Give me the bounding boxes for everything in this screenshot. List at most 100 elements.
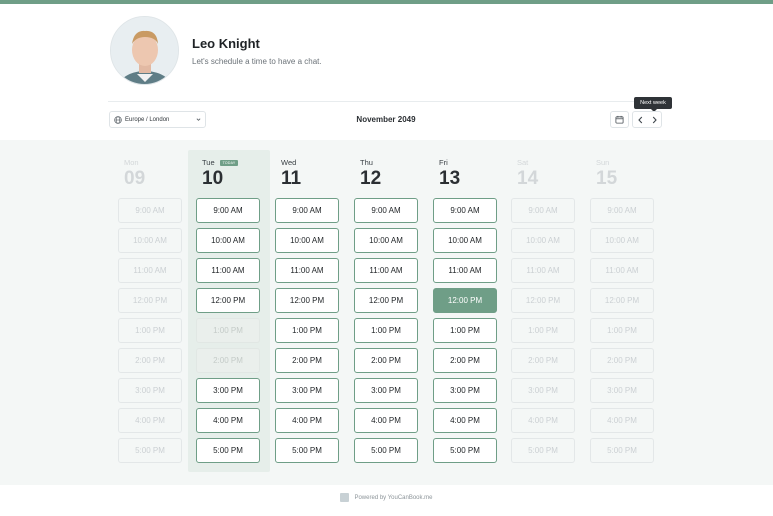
time-slot: 9:00 AM: [118, 198, 182, 223]
time-slot[interactable]: 12:00 PM: [275, 288, 339, 313]
time-slot: 5:00 PM: [511, 438, 575, 463]
time-slot[interactable]: 2:00 PM: [275, 348, 339, 373]
time-slot: 1:00 PM: [196, 318, 260, 343]
day-name: Sat: [517, 158, 587, 167]
time-slot: 5:00 PM: [118, 438, 182, 463]
time-slot[interactable]: 5:00 PM: [275, 438, 339, 463]
chevron-right-icon: [652, 116, 657, 123]
time-slot[interactable]: 3:00 PM: [433, 378, 497, 403]
day-number: 09: [124, 168, 146, 189]
time-slot[interactable]: 10:00 AM: [433, 228, 497, 253]
time-slot[interactable]: 3:00 PM: [354, 378, 418, 403]
time-slot: 3:00 PM: [511, 378, 575, 403]
previous-week-button[interactable]: [633, 112, 647, 127]
time-slot[interactable]: 11:00 AM: [354, 258, 418, 283]
day-name-label: Tue: [202, 158, 215, 167]
chevron-left-icon: [637, 116, 642, 123]
time-slot[interactable]: 1:00 PM: [275, 318, 339, 343]
time-slot[interactable]: 2:00 PM: [354, 348, 418, 373]
day-name: Fri: [439, 158, 509, 167]
day-header-fri: Fri 13: [439, 158, 509, 190]
time-slot[interactable]: 9:00 AM: [433, 198, 497, 223]
day-number: 13: [439, 168, 461, 189]
time-slot[interactable]: 9:00 AM: [354, 198, 418, 223]
calendar-icon: [615, 115, 624, 124]
time-slot: 2:00 PM: [590, 348, 654, 373]
time-slot[interactable]: 2:00 PM: [433, 348, 497, 373]
time-slot[interactable]: 12:00 PM: [354, 288, 418, 313]
timezone-select[interactable]: Europe / London: [109, 111, 206, 128]
time-slot[interactable]: 9:00 AM: [275, 198, 339, 223]
time-slot: 10:00 AM: [590, 228, 654, 253]
avatar-image: [111, 17, 178, 84]
time-slot[interactable]: 9:00 AM: [196, 198, 260, 223]
time-slot: 1:00 PM: [118, 318, 182, 343]
time-slot: 1:00 PM: [511, 318, 575, 343]
time-slot[interactable]: 4:00 PM: [433, 408, 497, 433]
footer-text: Powered by YouCanBook.me: [354, 494, 433, 501]
day-header-wed: Wed 11: [281, 158, 351, 190]
time-slot: 2:00 PM: [118, 348, 182, 373]
day-name-label: Sun: [596, 158, 610, 167]
time-slot[interactable]: 4:00 PM: [196, 408, 260, 433]
time-slot: 11:00 AM: [511, 258, 575, 283]
day-number: 15: [596, 168, 618, 189]
time-slot: 12:00 PM: [118, 288, 182, 313]
time-slot[interactable]: 5:00 PM: [196, 438, 260, 463]
time-slot: 2:00 PM: [511, 348, 575, 373]
time-slot: 3:00 PM: [590, 378, 654, 403]
day-number: 10: [202, 168, 224, 189]
time-slot[interactable]: 4:00 PM: [275, 408, 339, 433]
day-name-label: Fri: [439, 158, 448, 167]
profile-name: Leo Knight: [192, 36, 260, 51]
day-header-mon: Mon 09: [124, 158, 194, 190]
day-name: Mon: [124, 158, 194, 167]
time-slot[interactable]: 10:00 AM: [275, 228, 339, 253]
calendar-button[interactable]: [610, 111, 629, 128]
day-name-label: Sat: [517, 158, 529, 167]
day-header-sat: Sat 14: [517, 158, 587, 190]
time-slot[interactable]: 10:00 AM: [196, 228, 260, 253]
time-slot: 9:00 AM: [590, 198, 654, 223]
time-slot[interactable]: 11:00 AM: [433, 258, 497, 283]
time-slot[interactable]: 4:00 PM: [354, 408, 418, 433]
time-slot[interactable]: 12:00 PM: [196, 288, 260, 313]
time-slot[interactable]: 11:00 AM: [275, 258, 339, 283]
time-slot[interactable]: 3:00 PM: [196, 378, 260, 403]
time-slot: 11:00 AM: [118, 258, 182, 283]
time-slot[interactable]: 10:00 AM: [354, 228, 418, 253]
day-name: Sun: [596, 158, 666, 167]
day-name: Wed: [281, 158, 351, 167]
chevron-down-icon: [196, 118, 201, 121]
time-slot: 12:00 PM: [590, 288, 654, 313]
day-name-label: Thu: [360, 158, 373, 167]
day-name: Tue TODAY: [202, 158, 272, 167]
footer: Powered by YouCanBook.me: [0, 493, 773, 502]
day-header-sun: Sun 15: [596, 158, 666, 190]
time-slot: 4:00 PM: [118, 408, 182, 433]
time-slot[interactable]: 11:00 AM: [196, 258, 260, 283]
time-slot-selected[interactable]: 12:00 PM: [433, 288, 497, 313]
next-week-button[interactable]: [647, 112, 661, 127]
time-slot: 3:00 PM: [118, 378, 182, 403]
top-accent-bar: [0, 0, 773, 4]
week-navigation: [632, 111, 662, 128]
day-number: 14: [517, 168, 539, 189]
time-slot[interactable]: 5:00 PM: [433, 438, 497, 463]
day-name: Thu: [360, 158, 430, 167]
profile-subtitle: Let's schedule a time to have a chat.: [192, 57, 322, 66]
month-label: November 2049: [356, 115, 416, 124]
youcanbookme-logo-icon: [340, 493, 350, 502]
time-slot: 4:00 PM: [511, 408, 575, 433]
time-slot[interactable]: 3:00 PM: [275, 378, 339, 403]
day-number: 11: [281, 168, 302, 189]
time-slot[interactable]: 1:00 PM: [354, 318, 418, 343]
time-slot: 9:00 AM: [511, 198, 575, 223]
day-header-tue: Tue TODAY 10: [202, 158, 272, 190]
globe-icon: [114, 115, 122, 124]
header-divider: [108, 101, 663, 102]
time-slot[interactable]: 1:00 PM: [433, 318, 497, 343]
next-week-tooltip: Next week: [634, 97, 672, 112]
time-slot: 2:00 PM: [196, 348, 260, 373]
time-slot[interactable]: 5:00 PM: [354, 438, 418, 463]
